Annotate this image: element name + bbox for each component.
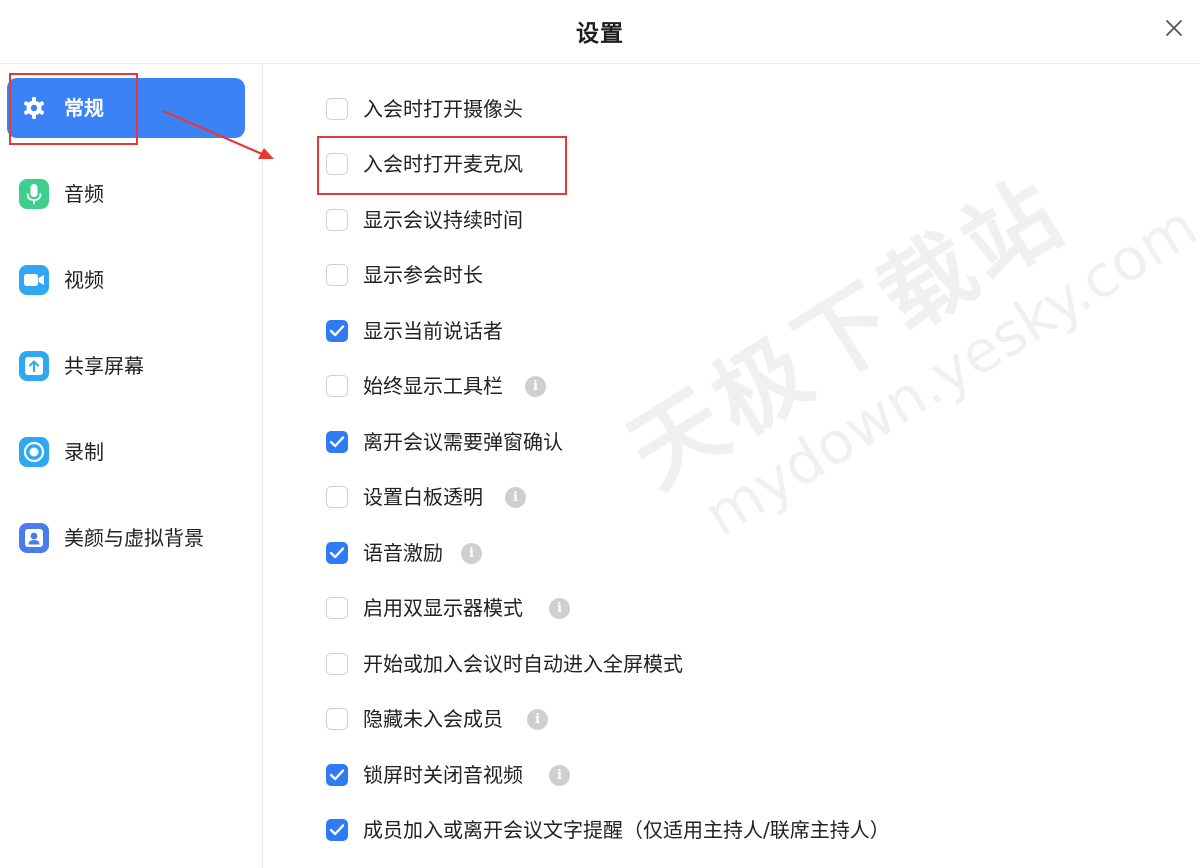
checkbox[interactable] [326,320,348,342]
record-icon [19,437,49,467]
option-label: 锁屏时关闭音视频 [363,763,523,787]
title-bar: 设置 [0,0,1200,64]
checkmark-icon [329,325,345,337]
close-button[interactable] [1162,16,1186,40]
checkbox[interactable] [326,264,348,286]
portrait-icon [19,523,49,553]
info-icon[interactable]: i [525,376,546,397]
info-icon[interactable]: i [527,709,548,730]
sidebar-item-label: 美颜与虚拟背景 [64,526,204,550]
checkbox[interactable] [326,153,348,175]
option-label: 设置白板透明 [363,485,483,509]
option-label: 离开会议需要弹窗确认 [363,430,563,454]
settings-sidebar: 常规 音频 视频 共享屏幕 录制 美颜与虚拟背景 [0,65,263,868]
checkbox[interactable] [326,708,348,730]
info-icon[interactable]: i [549,765,570,786]
checkbox[interactable] [326,486,348,508]
sidebar-item-video[interactable]: 视频 [7,250,245,310]
checkbox[interactable] [326,819,348,841]
sidebar-item-label: 音频 [64,182,104,206]
general-settings-panel: 入会时打开摄像头 入会时打开麦克风 显示会议持续时间 显示参会时长 显示当前说话… [264,65,1200,868]
sidebar-item-share-screen[interactable]: 共享屏幕 [7,336,245,396]
checkmark-icon [329,769,345,781]
checkbox[interactable] [326,431,348,453]
checkmark-icon [329,547,345,559]
info-icon[interactable]: i [505,487,526,508]
video-camera-icon [19,265,49,295]
option-label: 开始或加入会议时自动进入全屏模式 [363,652,683,676]
option-label: 语音激励 [363,541,443,565]
sidebar-item-beauty-background[interactable]: 美颜与虚拟背景 [7,508,245,568]
close-icon [1166,20,1182,36]
sidebar-item-label: 常规 [64,96,104,120]
checkmark-icon [329,824,345,836]
option-label: 入会时打开麦克风 [363,152,523,176]
gear-icon [19,93,49,123]
option-label: 启用双显示器模式 [363,596,523,620]
sidebar-item-general[interactable]: 常规 [7,78,245,138]
info-icon[interactable]: i [461,543,482,564]
checkbox[interactable] [326,209,348,231]
sidebar-item-label: 视频 [64,268,104,292]
window-title: 设置 [576,21,624,47]
option-label: 入会时打开摄像头 [363,97,523,121]
sidebar-item-audio[interactable]: 音频 [7,164,245,224]
checkbox[interactable] [326,375,348,397]
option-label: 显示参会时长 [363,263,483,287]
checkbox[interactable] [326,764,348,786]
sidebar-item-label: 录制 [64,440,104,464]
sidebar-item-label: 共享屏幕 [64,354,144,378]
share-screen-icon [19,351,49,381]
option-label: 隐藏未入会成员 [363,707,503,731]
checkbox[interactable] [326,98,348,120]
checkbox[interactable] [326,597,348,619]
checkmark-icon [329,436,345,448]
checkbox[interactable] [326,542,348,564]
checkbox[interactable] [326,653,348,675]
option-label: 显示当前说话者 [363,319,503,343]
option-label: 始终显示工具栏 [363,374,503,398]
microphone-icon [19,179,49,209]
option-label: 显示会议持续时间 [363,208,523,232]
sidebar-item-recording[interactable]: 录制 [7,422,245,482]
info-icon[interactable]: i [549,598,570,619]
option-label: 成员加入或离开会议文字提醒（仅适用主持人/联席主持人） [363,818,890,842]
